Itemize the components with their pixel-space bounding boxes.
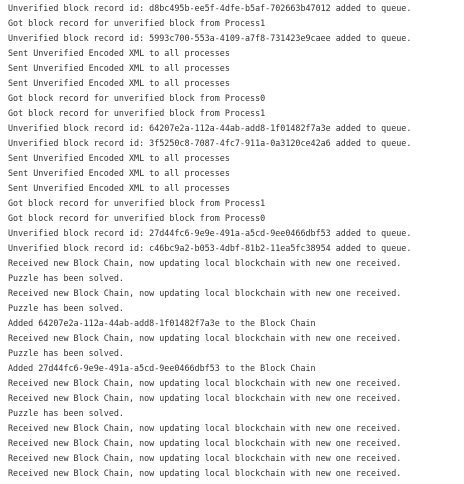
console-line: Sent Unverified Encoded XML to all proce… [8,183,230,193]
console-line: Unverified block record id: 27d44fc6-9e9… [8,228,412,238]
console-line: Received new Block Chain, now updating l… [8,333,402,343]
console-line: Got block record for unverified block fr… [8,108,266,118]
console-line: Got block record for unverified block fr… [8,213,266,223]
console-line: Puzzle has been solved. [8,348,124,358]
console-line: Got block record for unverified block fr… [8,93,266,103]
console-line: Received new Block Chain, now updating l… [8,258,402,268]
console-line: Received new Block Chain, now updating l… [8,378,402,388]
console-output[interactable]: Unverified block record id: d8bc495b-ee5… [0,0,464,484]
console-line: Received new Block Chain, now updating l… [8,288,402,298]
console-line: Sent Unverified Encoded XML to all proce… [8,48,230,58]
console-line: Received new Block Chain, now updating l… [8,423,402,433]
console-line: Puzzle has been solved. [8,273,124,283]
console-line: Unverified block record id: 5993c700-553… [8,33,412,43]
console-line: Sent Unverified Encoded XML to all proce… [8,168,230,178]
console-line: Puzzle has been solved. [8,303,124,313]
console-line: Puzzle has been solved. [8,408,124,418]
console-line: Unverified block record id: d8bc495b-ee5… [8,3,412,13]
console-line: Got block record for unverified block fr… [8,198,266,208]
console-line: Unverified block record id: 3f5250c8-708… [8,138,412,148]
console-line: Received new Block Chain, now updating l… [8,438,402,448]
console-line: Added 27d44fc6-9e9e-491a-a5cd-9ee0466dbf… [8,363,316,373]
console-line: Received new Block Chain, now updating l… [8,453,402,463]
console-line: Unverified block record id: c46bc9a2-b05… [8,243,412,253]
console-line: Sent Unverified Encoded XML to all proce… [8,63,230,73]
console-line: Got block record for unverified block fr… [8,18,266,28]
console-line: Received new Block Chain, now updating l… [8,393,402,403]
console-line: Received new Block Chain, now updating l… [8,468,402,478]
console-line: Unverified block record id: 64207e2a-112… [8,123,412,133]
console-line: Added 64207e2a-112a-44ab-add8-1f01482f7a… [8,318,316,328]
console-line: Sent Unverified Encoded XML to all proce… [8,153,230,163]
console-line: Sent Unverified Encoded XML to all proce… [8,78,230,88]
